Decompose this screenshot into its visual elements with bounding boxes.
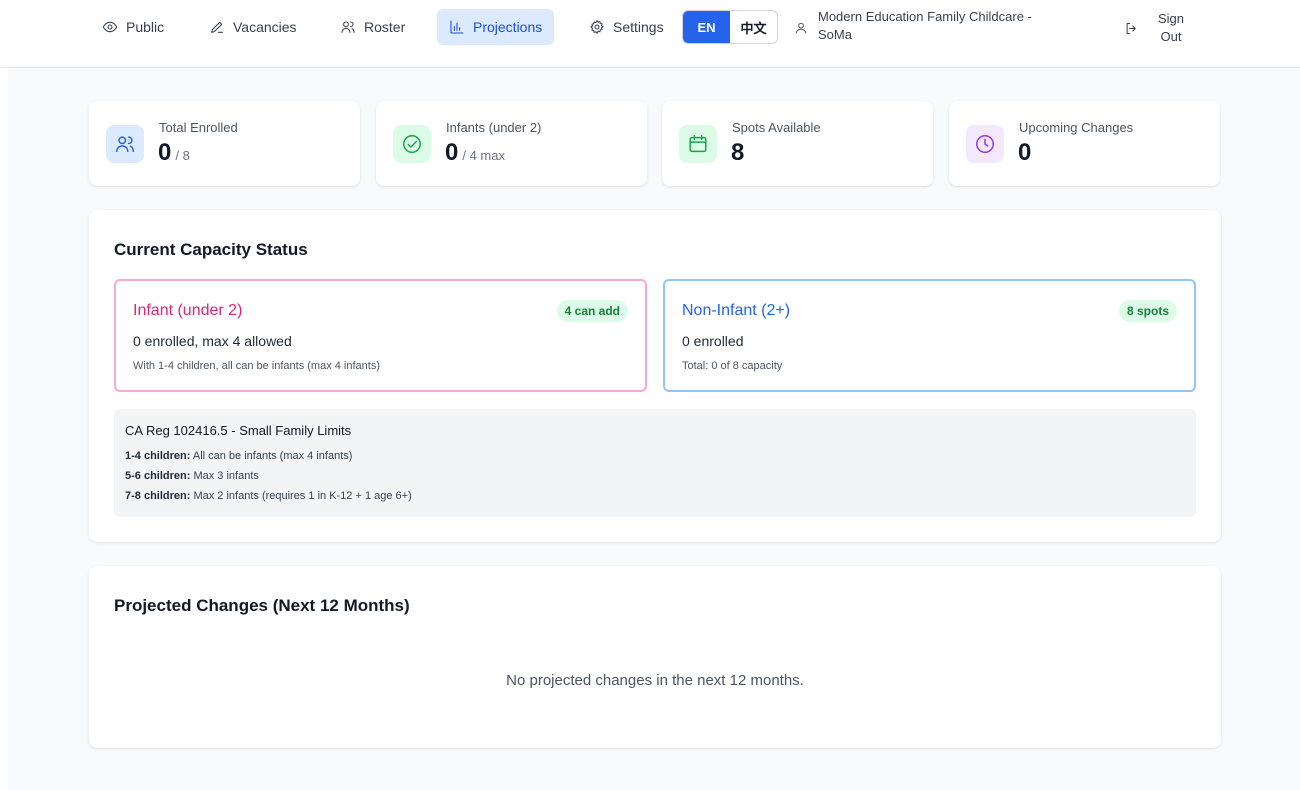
check-circle-icon <box>403 135 421 153</box>
stat-value: 0/ 4 max <box>445 139 505 167</box>
eye-icon <box>102 21 118 33</box>
nav-public-label: Public <box>126 19 165 35</box>
sign-out-line1: Sign <box>1157 11 1185 26</box>
stat-card-total-enrolled: Total Enrolled 0/ 8 <box>89 101 360 186</box>
regulation-title: CA Reg 102416.5 - Small Family Limits <box>125 423 352 438</box>
regulation-info-box: CA Reg 102416.5 - Small Family Limits 1-… <box>114 409 1196 517</box>
projected-changes-card: Projected Changes (Next 12 Months) No pr… <box>89 566 1221 748</box>
sign-out-label: Sign Out <box>1153 10 1189 46</box>
stat-value-number: 0 <box>1018 139 1032 166</box>
stat-value-number: 0 <box>445 139 459 166</box>
nav-projections-label: Projections <box>473 19 543 35</box>
stat-value-number: 8 <box>731 139 745 166</box>
noninfant-enrolled-text: 0 enrolled <box>682 333 744 349</box>
regulation-line-text: Max 3 infants <box>190 470 259 482</box>
lang-en-button[interactable]: EN <box>683 11 730 43</box>
stat-label: Total Enrolled <box>159 120 238 135</box>
stat-icon-wrap <box>106 125 144 163</box>
top-navbar: Public Vacancies Roster Projections Sett… <box>0 0 1300 68</box>
regulation-line: 1-4 children: All can be infants (max 4 … <box>125 450 352 462</box>
empty-state-message: No projected changes in the next 12 mont… <box>506 672 804 689</box>
status-badge: 4 can add <box>556 300 628 322</box>
stat-card-spots-available: Spots Available 8 <box>662 101 933 186</box>
infant-enrolled-text: 0 enrolled, max 4 allowed <box>133 333 292 349</box>
user-info: Modern Education Family Childcare - SoMa <box>794 8 1084 48</box>
main-content: Total Enrolled 0/ 8 Infants (under 2) 0/… <box>8 69 1300 790</box>
capacity-status-card: Current Capacity Status Infant (under 2)… <box>89 210 1221 542</box>
gear-icon <box>590 20 604 34</box>
sign-out-line2: Out <box>1160 29 1182 44</box>
calendar-icon <box>689 135 707 153</box>
user-name-line2: SoMa <box>818 27 852 42</box>
stat-value-sub: / 4 max <box>462 148 505 163</box>
stat-icon-wrap <box>393 125 431 163</box>
infant-title: Infant (under 2) <box>133 302 243 319</box>
stat-label: Spots Available <box>732 120 821 135</box>
nav-settings[interactable]: Settings <box>577 9 676 45</box>
user-icon <box>795 22 807 34</box>
noninfant-capacity-box: Non-Infant (2+) 8 spots 0 enrolled Total… <box>663 279 1196 392</box>
regulation-line: 5-6 children: Max 3 infants <box>125 470 259 482</box>
regulation-line-text: Max 2 infants (requires 1 in K-12 + 1 ag… <box>190 490 412 502</box>
section-title: Projected Changes (Next 12 Months) <box>114 596 410 615</box>
stat-value: 0/ 8 <box>158 139 190 167</box>
infant-capacity-box: Infant (under 2) 4 can add 0 enrolled, m… <box>114 279 647 392</box>
logout-icon <box>1126 22 1136 34</box>
stat-label: Infants (under 2) <box>446 120 542 135</box>
sign-out-button[interactable]: Sign Out <box>1124 8 1206 48</box>
stat-label: Upcoming Changes <box>1019 120 1134 135</box>
stat-icon-wrap <box>679 125 717 163</box>
user-name-line1: Modern Education Family Childcare - <box>818 9 1032 24</box>
nav-roster-label: Roster <box>364 19 406 35</box>
noninfant-total-text: Total: 0 of 8 capacity <box>682 360 783 372</box>
noninfant-title: Non-Infant (2+) <box>682 302 791 319</box>
regulation-line: 7-8 children: Max 2 infants (requires 1 … <box>125 490 412 502</box>
users-icon <box>341 21 355 33</box>
user-name: Modern Education Family Childcare - SoMa <box>818 8 1032 44</box>
nav-projections[interactable]: Projections <box>437 9 555 45</box>
users-icon <box>116 136 134 153</box>
bar-chart-icon <box>450 20 464 34</box>
nav-roster[interactable]: Roster <box>328 9 417 45</box>
nav-settings-label: Settings <box>613 19 664 35</box>
status-badge: 8 spots <box>1118 300 1177 322</box>
nav-vacancies-label: Vacancies <box>233 19 297 35</box>
nav-vacancies[interactable]: Vacancies <box>197 9 309 45</box>
stat-icon-wrap <box>966 125 1004 163</box>
clock-icon <box>976 135 994 153</box>
stat-card-infants: Infants (under 2) 0/ 4 max <box>376 101 647 186</box>
stat-card-upcoming-changes: Upcoming Changes 0 <box>949 101 1220 186</box>
pencil-icon <box>211 21 223 33</box>
regulation-line-text: All can be infants (max 4 infants) <box>190 450 353 462</box>
regulation-line-bold: 7-8 children: <box>125 490 191 502</box>
infant-rule-text: With 1-4 children, all can be infants (m… <box>133 360 381 372</box>
nav-public[interactable]: Public <box>90 9 176 45</box>
stat-value-number: 0 <box>158 139 172 166</box>
lang-zh-button[interactable]: 中文 <box>730 11 777 43</box>
regulation-line-bold: 5-6 children: <box>125 470 191 482</box>
regulation-line-bold: 1-4 children: <box>125 450 191 462</box>
language-toggle: EN 中文 <box>682 10 778 44</box>
stat-value: 0 <box>1018 139 1031 167</box>
stat-value-sub: / 8 <box>175 148 190 163</box>
section-title: Current Capacity Status <box>114 240 308 259</box>
stat-value: 8 <box>731 139 744 167</box>
